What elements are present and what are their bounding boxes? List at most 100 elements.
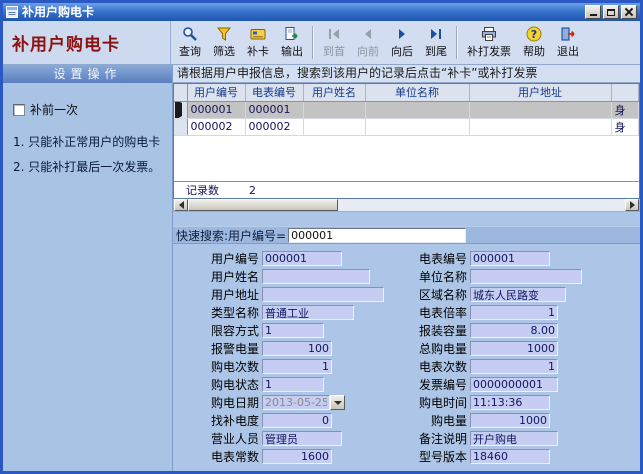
query-button[interactable]: 查询	[173, 22, 207, 63]
field-label: 用户地址	[185, 286, 259, 303]
last-record-button[interactable]: 到尾	[419, 22, 453, 63]
purchase-status-field[interactable]	[262, 377, 324, 392]
model-version-field[interactable]	[470, 449, 550, 464]
next-record-button[interactable]: 向后	[385, 22, 419, 63]
scrollbar-thumb[interactable]	[188, 199, 338, 211]
type-name-field[interactable]	[262, 305, 354, 320]
user-address-field[interactable]	[262, 287, 384, 302]
minimize-icon	[590, 14, 597, 16]
checkbox-icon[interactable]	[13, 104, 25, 116]
field-label: 区域名称	[391, 286, 467, 303]
filter-icon	[216, 26, 232, 42]
card-icon	[250, 26, 266, 42]
unit-name-field[interactable]	[470, 269, 582, 284]
grid-row-selected[interactable]: 000001 000001 身	[174, 101, 639, 118]
scroll-right-icon	[630, 201, 635, 209]
purchase-time-field[interactable]	[470, 395, 550, 410]
next-record-icon	[394, 26, 410, 42]
sidebar-note-1: 1. 只能补正常用户的购电卡	[13, 135, 164, 149]
last-record-icon	[428, 26, 444, 42]
date-dropdown-button[interactable]	[330, 395, 345, 410]
field-label: 总购电量	[391, 340, 467, 357]
col-header-user-name: 用户姓名	[303, 84, 365, 101]
record-count-value: 2	[249, 184, 256, 197]
quick-search-bar: 快速搜索:用户编号=	[173, 226, 640, 244]
field-label: 购电日期	[185, 394, 259, 411]
reissue-card-button[interactable]: 补卡	[241, 22, 275, 63]
chevron-down-icon	[334, 401, 342, 405]
installed-capacity-field[interactable]	[470, 323, 558, 338]
app-icon	[6, 6, 18, 18]
title-bar[interactable]: 补用户购电卡	[3, 3, 640, 21]
purchase-date-combo	[262, 395, 345, 410]
replenish-previous-checkbox-row[interactable]: 补前一次	[13, 101, 164, 118]
current-row-marker-icon	[175, 101, 182, 118]
export-button[interactable]: 输出	[275, 22, 309, 63]
help-button[interactable]: ? 帮助	[517, 22, 551, 63]
grid-row[interactable]: 000002 000002 身	[174, 118, 639, 135]
quick-search-label: 快速搜索:用户编号=	[176, 227, 286, 244]
field-label: 单位名称	[391, 268, 467, 285]
field-label: 电表次数	[391, 358, 467, 375]
field-label: 类型名称	[185, 304, 259, 321]
remark-field[interactable]	[470, 431, 558, 446]
alarm-power-field[interactable]	[262, 341, 332, 356]
field-label: 电表常数	[185, 448, 259, 465]
record-count-row: 记录数 2	[174, 181, 639, 198]
maximize-button[interactable]	[603, 5, 619, 19]
purchase-count-field[interactable]	[262, 359, 332, 374]
invoice-number-field[interactable]	[470, 377, 558, 392]
search-icon	[182, 26, 198, 42]
svg-text:?: ?	[531, 28, 537, 41]
user-grid: 用户编号 电表编号 用户姓名 单位名称 用户地址 000001 000001	[173, 83, 640, 199]
minimize-button[interactable]	[585, 5, 601, 19]
col-header-user-address: 用户地址	[469, 84, 611, 101]
scroll-left-icon	[179, 201, 184, 209]
field-label: 找补电度	[185, 412, 259, 429]
field-label: 发票编号	[391, 376, 467, 393]
meter-id-field[interactable]	[470, 251, 550, 266]
notice-bar: 请根据用户申报信息，搜索到该用户的记录后点击“补卡”或补打发票	[173, 65, 640, 83]
filter-button[interactable]: 筛选	[207, 22, 241, 63]
quick-search-input[interactable]	[288, 228, 466, 243]
record-count-label: 记录数	[186, 182, 219, 198]
sidebar-header: 设置操作	[3, 65, 172, 83]
checkbox-label: 补前一次	[30, 101, 78, 118]
reprint-invoice-button[interactable]: 补打发票	[461, 22, 517, 63]
maximize-icon	[607, 9, 615, 16]
exit-button[interactable]: 退出	[551, 22, 585, 63]
field-label: 用户编号	[185, 250, 259, 267]
area-name-field[interactable]	[470, 287, 566, 302]
first-record-button: 到首	[317, 22, 351, 63]
meter-times-field[interactable]	[470, 359, 558, 374]
scrollbar-track[interactable]	[188, 199, 625, 211]
grid-horizontal-scrollbar[interactable]	[173, 199, 640, 212]
close-icon	[625, 8, 633, 16]
total-purchase-field[interactable]	[470, 341, 558, 356]
header-band: 补用户购电卡 查询 筛选 补卡 输出 到首	[3, 21, 640, 65]
capacity-limit-field[interactable]	[262, 323, 324, 338]
meter-constant-field[interactable]	[262, 449, 332, 464]
toolbar: 查询 筛选 补卡 输出 到首 向前	[171, 21, 640, 64]
previous-record-icon	[360, 26, 376, 42]
col-header-meter-id: 电表编号	[245, 84, 303, 101]
sidebar-note-2: 2. 只能补打最后一次发票。	[13, 160, 164, 174]
meter-ratio-field[interactable]	[470, 305, 558, 320]
user-name-field[interactable]	[262, 269, 370, 284]
previous-record-button: 向前	[351, 22, 385, 63]
purchase-amount-field[interactable]	[470, 413, 550, 428]
scroll-right-button[interactable]	[625, 199, 639, 211]
close-button[interactable]	[621, 5, 637, 19]
col-header-unit-name: 单位名称	[365, 84, 469, 101]
scroll-left-button[interactable]	[174, 199, 188, 211]
operator-field[interactable]	[262, 431, 342, 446]
purchase-date-field[interactable]	[262, 395, 330, 410]
exit-icon	[560, 26, 576, 42]
first-record-icon	[326, 26, 342, 42]
compensation-power-field[interactable]	[262, 413, 332, 428]
user-id-field[interactable]	[262, 251, 342, 266]
toolbar-separator	[312, 26, 314, 59]
field-label: 购电次数	[185, 358, 259, 375]
app-title-panel: 补用户购电卡	[3, 21, 171, 64]
col-header-user-id: 用户编号	[187, 84, 245, 101]
